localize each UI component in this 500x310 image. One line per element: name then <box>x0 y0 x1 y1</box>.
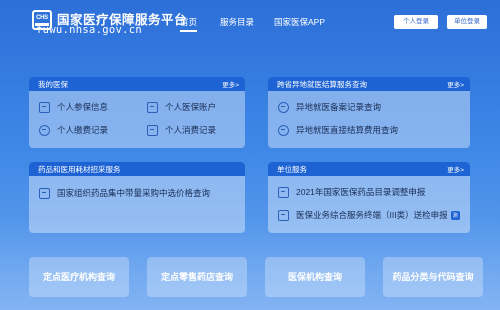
document-icon <box>39 101 50 113</box>
designated-pharmacy-query-button[interactable]: 定点零售药店查询 <box>147 257 247 297</box>
logo-text: CHS <box>36 15 48 21</box>
my-insurance-title: 我的医保 <box>38 79 68 89</box>
my-insurance-more-link[interactable]: 更多> <box>222 79 239 89</box>
unit-service-more-link[interactable]: 更多> <box>447 164 464 174</box>
unit-service-card: 单位服务 更多> 2021年国家医保药品目录调整申报 医保业务综合服务终端（II… <box>268 162 470 233</box>
cross-region-title: 跨省异地就医结算服务查询 <box>277 79 367 89</box>
personal-login-button[interactable]: 个人登录 <box>394 15 438 29</box>
procurement-price-query-link[interactable]: 国家组织药品集中带量采购中选价格查询 <box>39 187 210 199</box>
insurance-agency-query-button[interactable]: 医保机构查询 <box>265 257 365 297</box>
consumption-record-link[interactable]: 个人消费记录 <box>147 124 216 136</box>
nav-app[interactable]: 国家医保APP <box>274 16 325 28</box>
personal-account-link[interactable]: 个人医保账户 <box>147 101 216 113</box>
receipt-icon <box>147 124 158 136</box>
document-icon <box>278 186 289 198</box>
terminal-inspection-declaration-link[interactable]: 医保业务综合服务终端（III类）送检申报测 <box>278 209 460 221</box>
wallet-icon <box>147 101 158 113</box>
site-url: fuwu.nhsa.gov.cn <box>36 24 142 36</box>
nav-service-catalog[interactable]: 服务目录 <box>220 16 254 28</box>
personal-insurance-info-link[interactable]: 个人参保信息 <box>39 101 108 113</box>
payment-record-link[interactable]: 个人缴费记录 <box>39 124 108 136</box>
location-icon <box>278 101 289 113</box>
unit-service-title: 单位服务 <box>277 164 307 174</box>
user-icon <box>39 124 50 136</box>
filing-record-query-link[interactable]: 异地就医备案记录查询 <box>278 101 381 113</box>
cross-region-more-link[interactable]: 更多> <box>447 79 464 89</box>
test-badge: 测 <box>450 210 460 220</box>
settlement-fee-query-link[interactable]: 异地就医直接结算费用查询 <box>278 124 398 136</box>
drug-catalog-declaration-link[interactable]: 2021年国家医保药品目录调整申报 <box>278 186 425 198</box>
drug-procurement-title: 药品和医用耗材招采服务 <box>38 164 121 174</box>
header: CHS 国家医疗保障服务平台 fuwu.nhsa.gov.cn 首页 服务目录 … <box>0 0 500 46</box>
drug-classification-query-button[interactable]: 药品分类与代码查询 <box>383 257 483 297</box>
designated-hospital-query-button[interactable]: 定点医疗机构查询 <box>29 257 129 297</box>
my-insurance-card: 我的医保 更多> 个人参保信息 个人医保账户 个人缴费记录 个人消费记录 <box>29 77 245 148</box>
nav-home[interactable]: 首页 <box>180 16 198 32</box>
unit-login-button[interactable]: 单位登录 <box>447 15 487 29</box>
settlement-icon <box>278 124 289 136</box>
cross-region-card: 跨省异地就医结算服务查询 更多> 异地就医备案记录查询 异地就医直接结算费用查询 <box>268 77 470 148</box>
document-icon <box>39 187 50 199</box>
terminal-icon <box>278 209 289 221</box>
drug-procurement-card: 药品和医用耗材招采服务 国家组织药品集中带量采购中选价格查询 <box>29 162 245 233</box>
